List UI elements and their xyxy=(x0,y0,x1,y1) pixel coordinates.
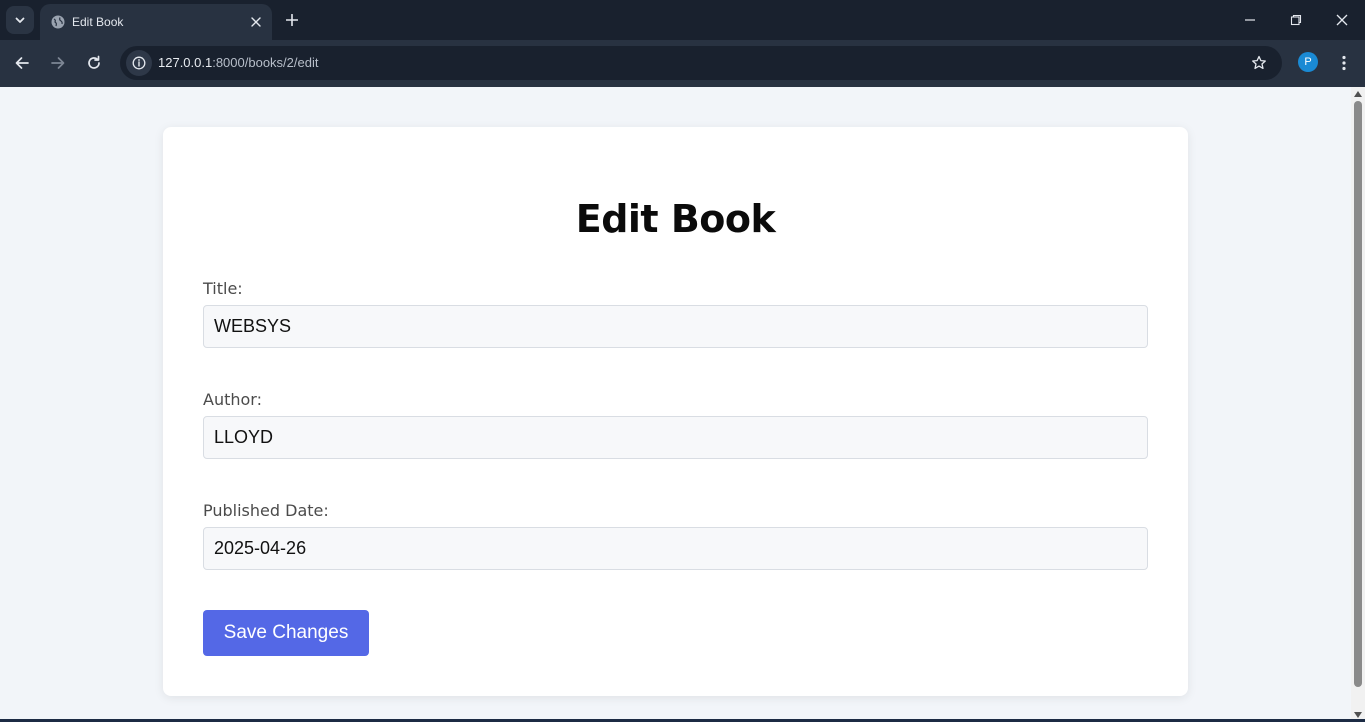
published-date-label: Published Date: xyxy=(203,501,329,520)
tab-search-button[interactable] xyxy=(6,6,34,34)
url-text[interactable]: 127.0.0.1:8000/books/2/edit xyxy=(158,55,318,71)
minimize-icon xyxy=(1245,19,1255,21)
kebab-menu-icon xyxy=(1342,55,1346,71)
page-viewport: Edit Book Title: Author: Published Date:… xyxy=(0,87,1351,722)
browser-menu-button[interactable] xyxy=(1333,51,1355,75)
arrow-right-icon xyxy=(51,57,65,69)
edit-book-form: Edit Book Title: Author: Published Date:… xyxy=(163,127,1188,696)
restore-icon xyxy=(1290,14,1302,26)
scrollbar-thumb[interactable] xyxy=(1354,101,1362,687)
vertical-scrollbar[interactable] xyxy=(1351,87,1365,722)
save-changes-button[interactable]: Save Changes xyxy=(203,610,369,656)
scroll-up-button[interactable] xyxy=(1353,89,1363,99)
tab-strip: Edit Book xyxy=(0,0,1365,40)
author-input[interactable] xyxy=(203,416,1148,459)
tab-close-button[interactable] xyxy=(246,12,266,32)
address-bar[interactable]: 127.0.0.1:8000/books/2/edit xyxy=(120,46,1282,80)
arrow-left-icon xyxy=(15,57,29,69)
close-icon xyxy=(251,17,261,27)
forward-button[interactable] xyxy=(44,50,72,76)
globe-icon xyxy=(51,15,65,29)
site-info-button[interactable] xyxy=(126,50,152,76)
tab-title: Edit Book xyxy=(72,15,124,29)
plus-icon xyxy=(286,14,298,26)
close-window-button[interactable] xyxy=(1319,0,1365,40)
author-label: Author: xyxy=(203,390,262,409)
info-icon xyxy=(132,56,146,70)
triangle-down-icon xyxy=(1354,712,1362,718)
profile-avatar[interactable]: P xyxy=(1298,52,1318,72)
url-path: :8000/books/2/edit xyxy=(212,55,319,70)
bookmark-button[interactable] xyxy=(1248,52,1270,74)
reload-icon xyxy=(88,55,100,69)
title-label: Title: xyxy=(203,279,243,298)
browser-toolbar: 127.0.0.1:8000/books/2/edit P xyxy=(0,40,1365,87)
restore-button[interactable] xyxy=(1273,0,1319,40)
star-icon xyxy=(1252,55,1266,70)
reload-button[interactable] xyxy=(80,50,108,76)
page-title: Edit Book xyxy=(575,197,776,241)
url-host: 127.0.0.1 xyxy=(158,55,213,70)
minimize-button[interactable] xyxy=(1227,0,1273,40)
published-date-input[interactable] xyxy=(203,527,1148,570)
new-tab-button[interactable] xyxy=(280,8,304,32)
chevron-down-icon xyxy=(15,17,25,23)
browser-tab[interactable]: Edit Book xyxy=(40,4,272,40)
back-button[interactable] xyxy=(8,50,36,76)
triangle-up-icon xyxy=(1354,91,1362,97)
close-icon xyxy=(1336,14,1348,26)
title-input[interactable] xyxy=(203,305,1148,348)
